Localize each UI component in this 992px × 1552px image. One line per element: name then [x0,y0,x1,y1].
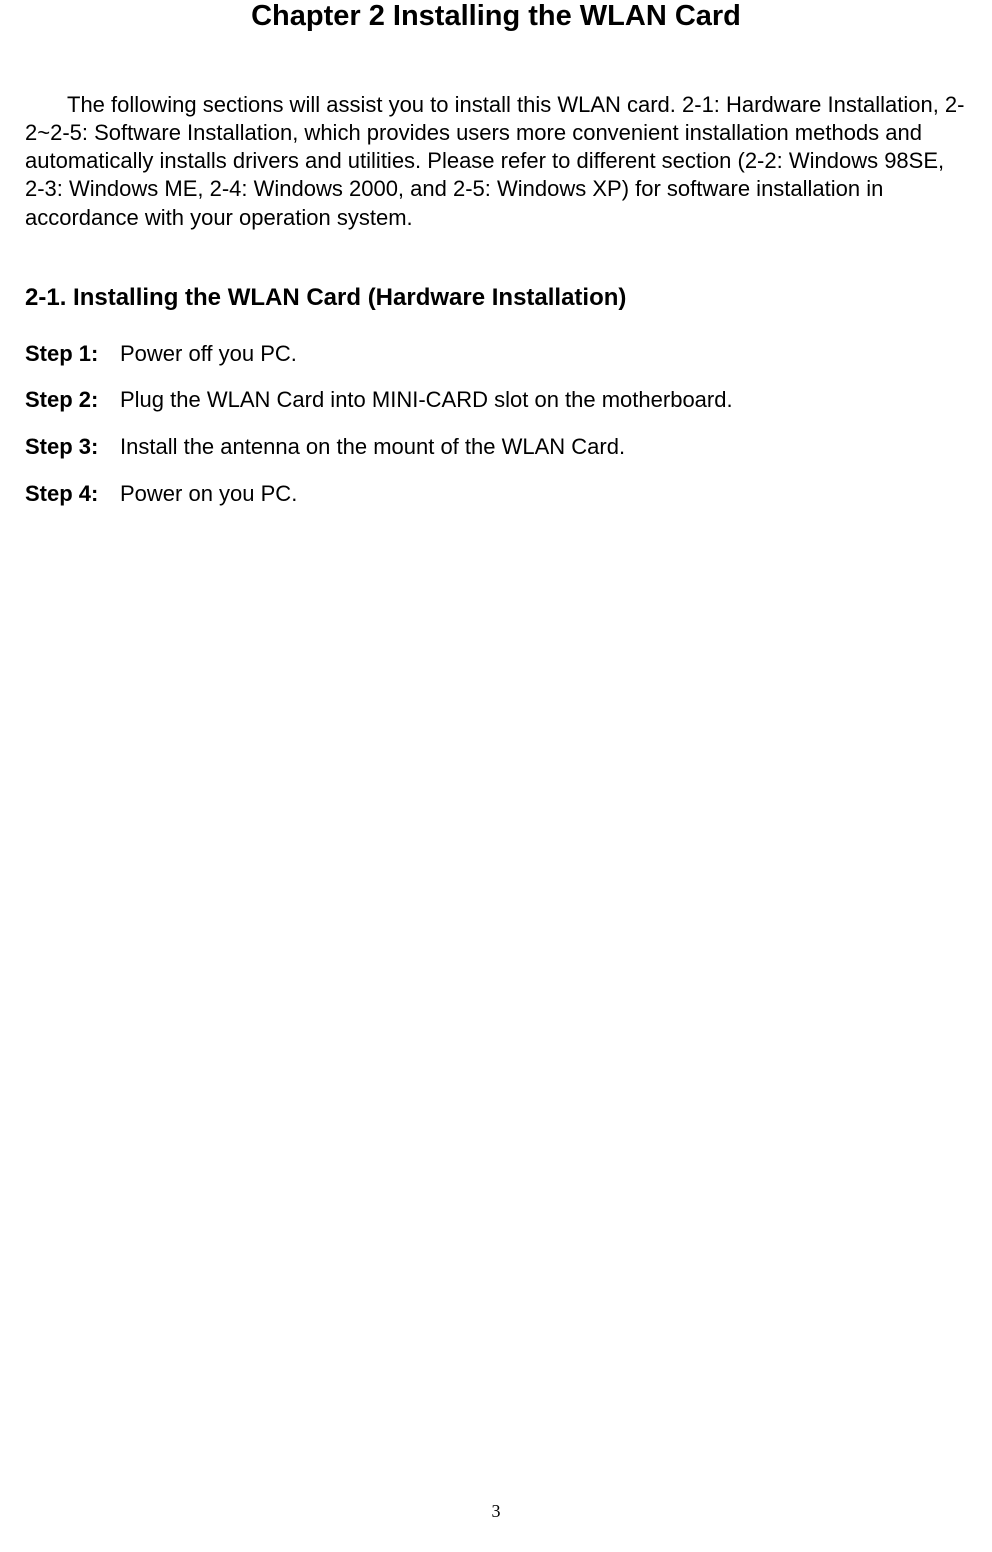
step-label: Step 4: [25,480,120,509]
step-text: Power on you PC. [120,480,967,509]
step-text: Power off you PC. [120,340,967,369]
step-row: Step 1: Power off you PC. [25,340,967,369]
page-number: 3 [0,1501,992,1522]
step-label: Step 3: [25,433,120,462]
step-row: Step 2: Plug the WLAN Card into MINI-CAR… [25,386,967,415]
step-row: Step 4: Power on you PC. [25,480,967,509]
step-label: Step 2: [25,386,120,415]
step-label: Step 1: [25,340,120,369]
step-text: Install the antenna on the mount of the … [120,433,967,462]
intro-paragraph: The following sections will assist you t… [25,91,967,232]
section-title: 2-1. Installing the WLAN Card (Hardware … [25,284,967,312]
chapter-title: Chapter 2 Installing the WLAN Card [25,0,967,33]
step-row: Step 3: Install the antenna on the mount… [25,433,967,462]
step-text: Plug the WLAN Card into MINI-CARD slot o… [120,386,967,415]
page-content: Chapter 2 Installing the WLAN Card The f… [0,0,992,508]
